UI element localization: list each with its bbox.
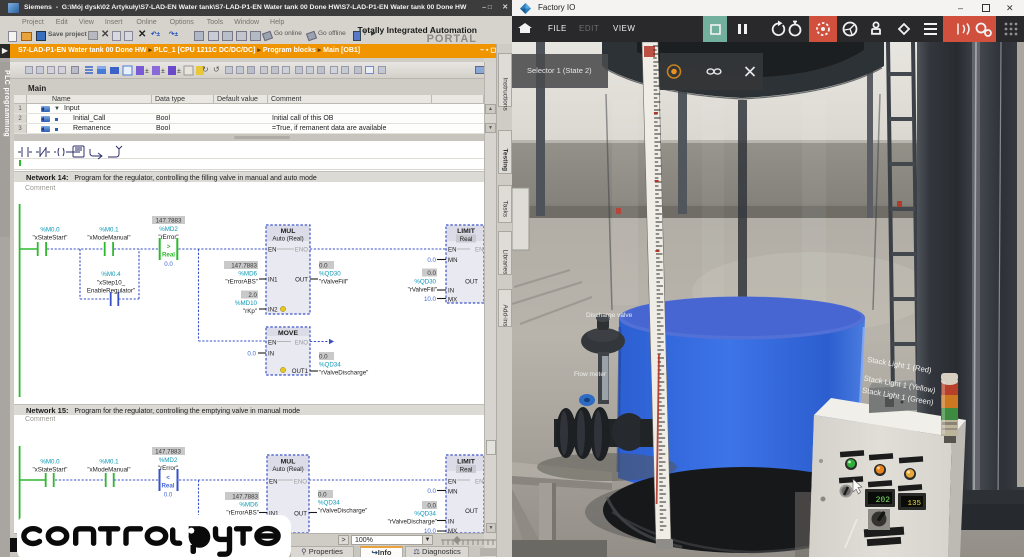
- svg-text:LIMIT: LIMIT: [457, 459, 476, 466]
- svg-text:"xModeManual": "xModeManual": [87, 235, 130, 242]
- svg-text:OUT: OUT: [295, 277, 308, 284]
- svg-text:IN: IN: [448, 288, 454, 295]
- svg-text:MOVE: MOVE: [278, 330, 298, 337]
- svg-text:OUT1: OUT1: [292, 368, 309, 375]
- svg-text:%M0.1: %M0.1: [99, 459, 119, 466]
- svg-text:%MD2: %MD2: [159, 226, 178, 233]
- svg-text:±: ±: [177, 68, 181, 75]
- svg-text:MUL: MUL: [281, 459, 296, 466]
- svg-text:135: 135: [907, 500, 921, 508]
- svg-text:0.0: 0.0: [427, 270, 436, 277]
- svg-text:%MD6: %MD6: [238, 271, 257, 278]
- svg-text:0.0: 0.0: [164, 261, 173, 268]
- svg-text:"rValveFill": "rValveFill": [319, 279, 348, 286]
- svg-text:MX: MX: [448, 528, 457, 533]
- svg-text:"rError": "rError": [158, 465, 178, 472]
- svg-text:IN: IN: [448, 519, 454, 526]
- svg-text:MN: MN: [448, 489, 457, 496]
- svg-text:0.0: 0.0: [427, 503, 436, 510]
- svg-text:>: >: [167, 244, 171, 251]
- svg-text:%M0.0: %M0.0: [40, 227, 60, 234]
- svg-text:Real: Real: [161, 483, 174, 490]
- svg-text:0.0: 0.0: [247, 351, 256, 358]
- svg-text:%QD34: %QD34: [414, 511, 436, 518]
- svg-text:147.7883: 147.7883: [231, 263, 257, 270]
- svg-text:0.0: 0.0: [427, 257, 436, 264]
- svg-text:0.0: 0.0: [318, 492, 327, 499]
- svg-text:IN2: IN2: [268, 307, 278, 314]
- svg-text:Real: Real: [460, 236, 473, 243]
- svg-text:%M0.0: %M0.0: [40, 459, 60, 466]
- svg-text:"rValveDischarge": "rValveDischarge": [388, 519, 437, 526]
- svg-text:EN: EN: [448, 479, 456, 486]
- svg-text:10.0: 10.0: [424, 296, 437, 303]
- svg-text:"rErrorABS": "rErrorABS": [225, 279, 258, 286]
- svg-text:EN: EN: [268, 247, 276, 254]
- svg-text:<: <: [166, 475, 170, 482]
- svg-text:%MD10: %MD10: [235, 300, 258, 307]
- svg-text:IN1: IN1: [268, 277, 278, 284]
- svg-text:MX: MX: [448, 297, 457, 304]
- svg-text:Auto (Real): Auto (Real): [272, 236, 303, 243]
- svg-text:ENO: ENO: [295, 247, 308, 254]
- svg-text:10.0: 10.0: [424, 528, 437, 533]
- svg-text:0.0: 0.0: [164, 492, 173, 499]
- svg-text:%M0.4: %M0.4: [101, 271, 121, 278]
- svg-text:OUT: OUT: [465, 508, 478, 515]
- svg-text:MUL: MUL: [281, 228, 296, 235]
- svg-text:ENO: ENO: [295, 340, 308, 347]
- svg-text:"rError": "rError": [158, 234, 178, 241]
- svg-text:Real: Real: [460, 467, 473, 474]
- svg-text:0.0: 0.0: [427, 488, 436, 495]
- svg-text:202: 202: [876, 496, 891, 505]
- svg-text:"rKp": "rKp": [243, 308, 257, 315]
- svg-text:"rValveDischarge": "rValveDischarge": [319, 370, 368, 377]
- svg-text:%QD34: %QD34: [318, 500, 340, 507]
- svg-text:ENO: ENO: [475, 479, 484, 486]
- svg-text:ENO: ENO: [475, 247, 484, 254]
- svg-text:Discharge valve: Discharge valve: [586, 312, 633, 319]
- svg-text:%M0.1: %M0.1: [99, 227, 119, 234]
- svg-text:Real: Real: [162, 252, 175, 259]
- svg-text:147.7883: 147.7883: [232, 494, 258, 501]
- svg-text:EN: EN: [268, 340, 276, 347]
- svg-text:MN: MN: [448, 257, 457, 264]
- svg-text:±: ±: [161, 68, 165, 75]
- svg-text:147.7883: 147.7883: [156, 218, 182, 225]
- svg-text:"rValveDischarge": "rValveDischarge": [318, 508, 367, 515]
- svg-text:Flow meter: Flow meter: [574, 371, 607, 378]
- svg-text:Auto (Real): Auto (Real): [272, 466, 303, 473]
- svg-text:"xStep10_: "xStep10_: [97, 280, 126, 287]
- svg-text:%MD2: %MD2: [159, 457, 178, 464]
- svg-text:"xStateStart": "xStateStart": [32, 467, 67, 474]
- svg-text:IN: IN: [268, 351, 274, 358]
- svg-text:0.0: 0.0: [319, 263, 328, 270]
- svg-text:"xModeManual": "xModeManual": [87, 467, 130, 474]
- svg-text:ENO: ENO: [294, 479, 307, 486]
- svg-text:±: ±: [145, 68, 149, 75]
- svg-text:"rValveFill": "rValveFill": [408, 287, 437, 294]
- svg-text:EnableRegulator": EnableRegulator": [87, 288, 135, 295]
- svg-text:0.0: 0.0: [319, 354, 328, 361]
- svg-text:%QD30: %QD30: [414, 279, 436, 286]
- svg-text:LIMIT: LIMIT: [457, 228, 476, 235]
- svg-text:2.0: 2.0: [248, 292, 257, 299]
- svg-text:%QD30: %QD30: [319, 271, 341, 278]
- svg-text:EN: EN: [448, 247, 456, 254]
- svg-text:"xStateStart": "xStateStart": [32, 235, 67, 242]
- svg-text:147.7883: 147.7883: [155, 449, 181, 456]
- svg-text:OUT: OUT: [465, 279, 478, 286]
- svg-text:EN: EN: [269, 479, 277, 486]
- svg-text:%QD34: %QD34: [319, 362, 341, 369]
